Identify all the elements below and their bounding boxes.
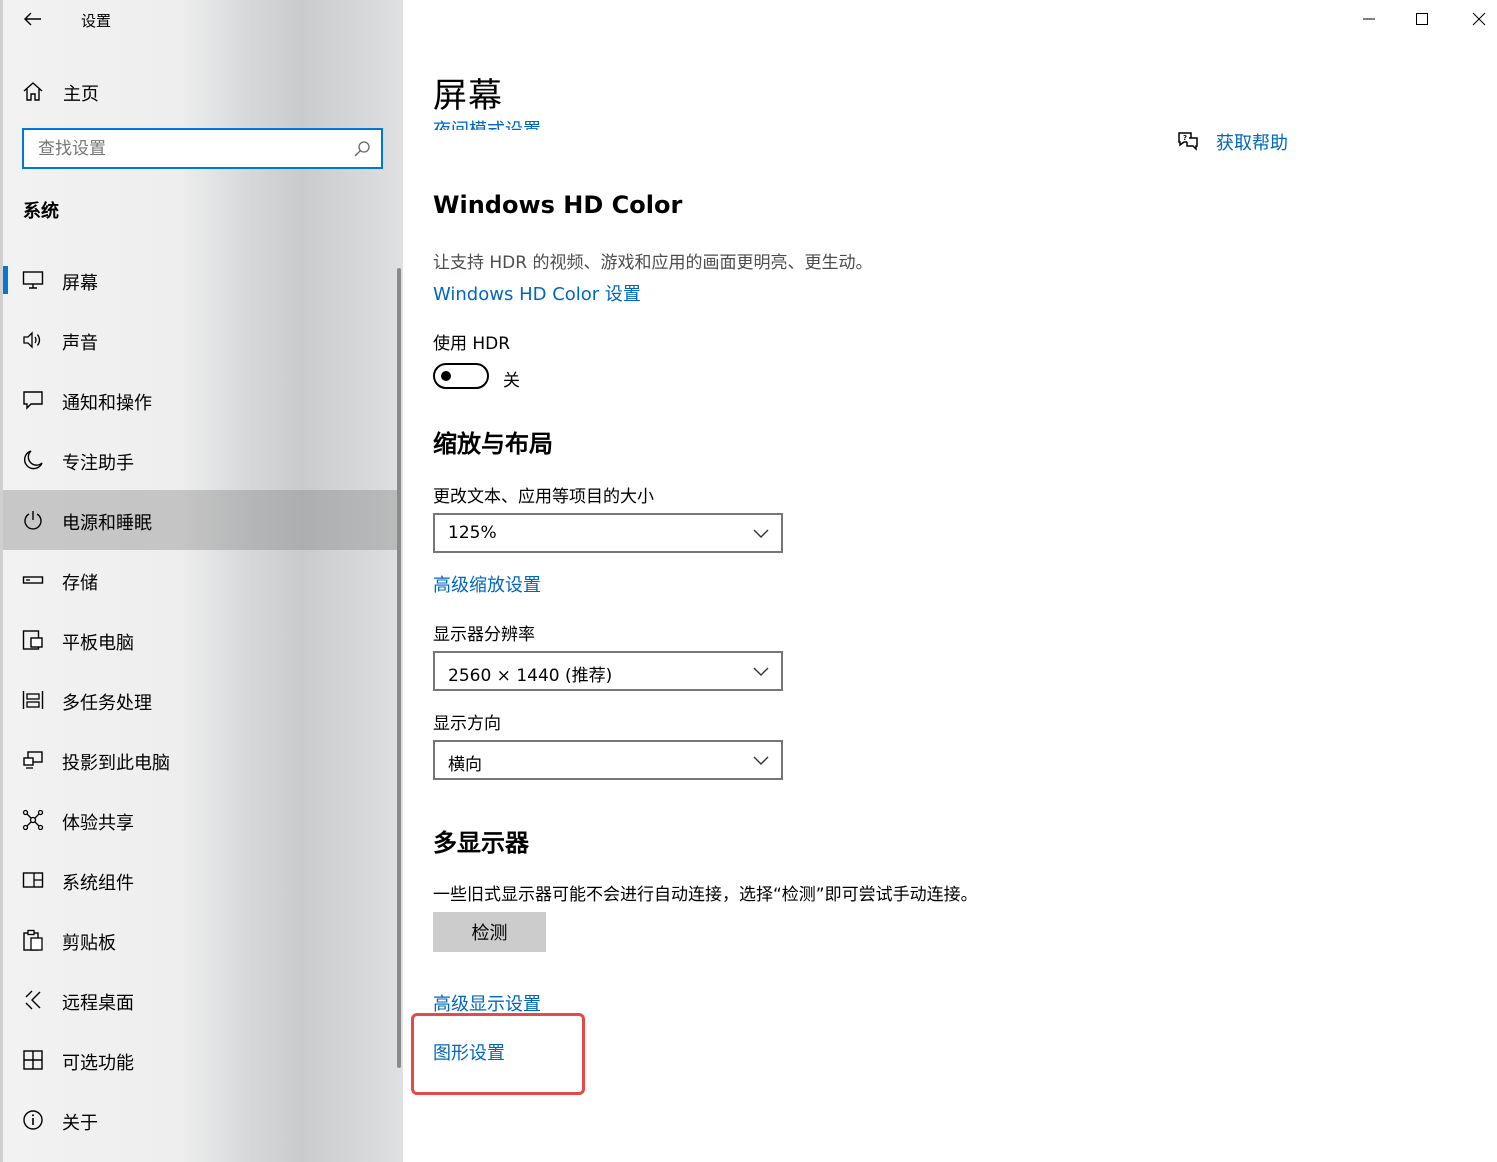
scale-size-label: 更改文本、应用等项目的大小 [433, 487, 654, 507]
multi-display-heading: 多显示器 [433, 829, 529, 857]
sidebar-item-focus-assist[interactable]: 专注助手 [3, 430, 400, 490]
sidebar-item-display[interactable]: 屏幕 [3, 250, 400, 310]
get-help[interactable]: ? 获取帮助 [1176, 128, 1288, 156]
svg-text:?: ? [1183, 134, 1187, 142]
resolution-label: 显示器分辨率 [433, 625, 535, 645]
info-icon [23, 1110, 43, 1130]
advanced-scaling-link[interactable]: 高级缩放设置 [433, 571, 541, 597]
speaker-icon [23, 331, 41, 349]
storage-icon [22, 576, 44, 584]
maximize-button[interactable] [1394, 0, 1450, 38]
scale-size-value: 125% [448, 523, 497, 543]
sidebar-item-label: 专注助手 [62, 453, 134, 474]
sidebar-item-label: 电源和睡眠 [62, 513, 152, 534]
sidebar-item-label: 关于 [62, 1113, 98, 1134]
sidebar-item-tablet[interactable]: 平板电脑 [3, 610, 400, 670]
hdr-toggle-state: 关 [503, 371, 520, 391]
search-box[interactable] [22, 128, 383, 169]
detect-button[interactable]: 检测 [433, 912, 546, 952]
search-input[interactable] [38, 137, 348, 161]
sidebar-home[interactable]: 主页 [0, 70, 403, 112]
sidebar-item-shared-experiences[interactable]: 体验共享 [3, 790, 400, 850]
notification-icon [23, 391, 43, 410]
night-light-link[interactable]: 夜间模式设置 [433, 116, 541, 130]
maximize-icon [1416, 13, 1428, 25]
sidebar-item-remote-desktop[interactable]: 远程桌面 [3, 970, 400, 1030]
chevron-down-icon [753, 667, 769, 676]
scale-size-dropdown[interactable]: 125% [433, 513, 783, 553]
hdr-heading: Windows HD Color [433, 191, 683, 219]
sidebar-item-label: 存储 [62, 573, 98, 594]
orientation-dropdown[interactable]: 横向 [433, 740, 783, 780]
sidebar-item-label: 通知和操作 [62, 393, 152, 414]
sidebar-item-label: 体验共享 [62, 813, 134, 834]
orientation-label: 显示方向 [433, 714, 501, 734]
hdr-settings-link[interactable]: Windows HD Color 设置 [433, 280, 641, 306]
sidebar-item-label: 平板电脑 [62, 633, 134, 654]
multitask-icon [22, 691, 44, 709]
settings-window: 设置 主页 系统 屏幕 [0, 0, 1497, 1162]
back-button[interactable] [18, 6, 48, 32]
night-light-link-clip: 夜间模式设置 [433, 110, 573, 130]
resolution-value: 2560 × 1440 (推荐) [448, 666, 613, 686]
sidebar-nav: 屏幕 声音 通知和操作 专注助手 电源和睡眠 存储 平板电脑 多任务处理 投影到… [3, 250, 400, 1150]
hdr-toggle[interactable] [433, 363, 489, 389]
sidebar-item-system-components[interactable]: 系统组件 [3, 850, 400, 910]
close-icon [1472, 12, 1486, 26]
chevron-down-icon [753, 756, 769, 765]
power-icon [24, 511, 42, 530]
sidebar-item-label: 多任务处理 [62, 693, 152, 714]
hdr-description: 让支持 HDR 的视频、游戏和应用的画面更明亮、更生动。 [433, 253, 873, 273]
orientation-value: 横向 [448, 755, 482, 775]
main-content: 屏幕 夜间模式设置 ? 获取帮助 Windows HD Color 让支持 HD… [403, 0, 1497, 1162]
sidebar-item-notifications[interactable]: 通知和操作 [3, 370, 400, 430]
sidebar-item-label: 可选功能 [62, 1053, 134, 1074]
close-button[interactable] [1451, 0, 1497, 38]
features-icon [23, 1050, 43, 1070]
sidebar-item-project[interactable]: 投影到此电脑 [3, 730, 400, 790]
sidebar-item-label: 投影到此电脑 [62, 753, 170, 774]
scale-heading: 缩放与布局 [433, 430, 553, 458]
tablet-icon [22, 630, 43, 650]
minimize-icon [1363, 18, 1375, 20]
sidebar-item-storage[interactable]: 存储 [3, 550, 400, 610]
sidebar: 设置 主页 系统 屏幕 [0, 0, 403, 1162]
sidebar-home-label: 主页 [63, 84, 99, 105]
sidebar-item-label: 系统组件 [62, 873, 134, 894]
sidebar-item-sound[interactable]: 声音 [3, 310, 400, 370]
resolution-dropdown[interactable]: 2560 × 1440 (推荐) [433, 651, 783, 691]
home-icon [23, 82, 43, 101]
sidebar-item-power[interactable]: 电源和睡眠 [3, 490, 400, 550]
multi-display-description: 一些旧式显示器可能不会进行自动连接，选择“检测”即可尝试手动连接。 [433, 885, 978, 905]
sidebar-item-label: 剪贴板 [62, 933, 116, 954]
sidebar-item-label: 屏幕 [62, 273, 98, 294]
monitor-icon [22, 271, 44, 289]
app-title: 设置 [81, 12, 112, 30]
chevron-down-icon [753, 529, 769, 538]
sidebar-item-multitasking[interactable]: 多任务处理 [3, 670, 400, 730]
back-arrow-icon [24, 12, 41, 26]
sidebar-item-label: 远程桌面 [62, 993, 134, 1014]
moon-icon [23, 450, 43, 470]
remote-icon [25, 990, 41, 1010]
sidebar-item-about[interactable]: 关于 [3, 1090, 400, 1150]
components-icon [22, 872, 44, 888]
use-hdr-label: 使用 HDR [433, 334, 511, 354]
highlight-annotation [411, 1013, 585, 1095]
search-icon[interactable] [353, 140, 371, 158]
get-help-label: 获取帮助 [1216, 133, 1288, 154]
minimize-button[interactable] [1341, 0, 1397, 38]
sidebar-item-optional-features[interactable]: 可选功能 [3, 1030, 400, 1090]
clipboard-icon [23, 929, 43, 951]
project-icon [23, 751, 43, 769]
share-icon [22, 809, 44, 831]
section-title: 系统 [23, 201, 59, 222]
sidebar-item-label: 声音 [62, 333, 98, 354]
sidebar-scrollbar[interactable] [397, 268, 401, 1068]
help-chat-icon: ? [1178, 132, 1198, 151]
selection-indicator [3, 266, 8, 294]
sidebar-item-clipboard[interactable]: 剪贴板 [3, 910, 400, 970]
toggle-knob [441, 371, 451, 381]
